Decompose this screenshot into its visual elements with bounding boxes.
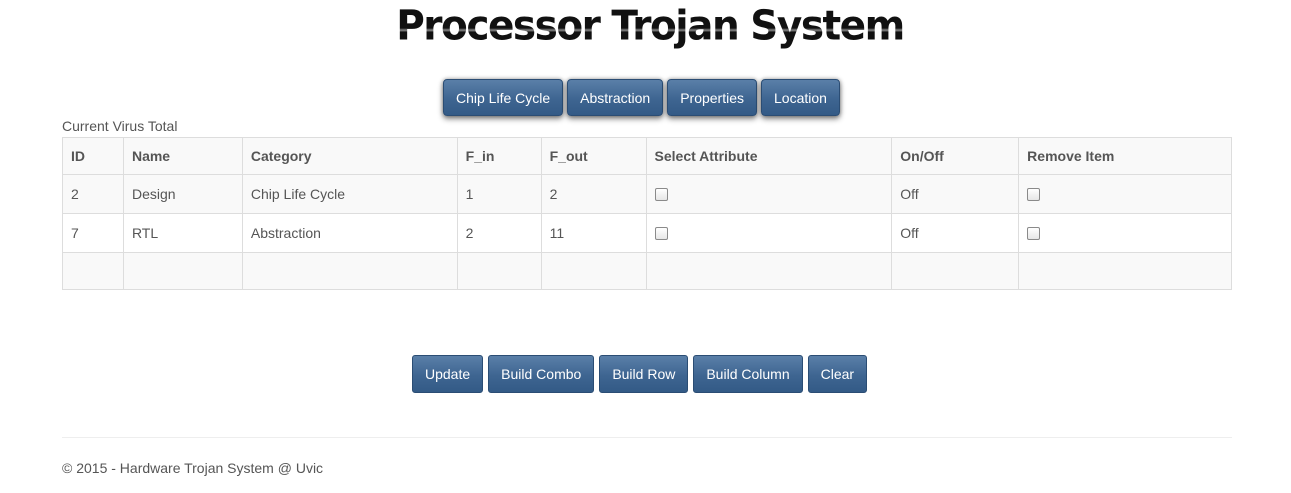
table-row-empty xyxy=(62,252,1232,290)
select-attribute-checkbox[interactable] xyxy=(654,187,668,201)
table-row: 7 RTL Abstraction 2 11 Off xyxy=(62,213,1232,253)
column-header-remove-item: Remove Item xyxy=(1018,137,1232,175)
table-row: 2 Design Chip Life Cycle 1 2 Off xyxy=(62,174,1232,214)
category-nav: Chip Life Cycle Abstraction Properties L… xyxy=(443,79,840,116)
action-buttons: Update Build Combo Build Row Build Colum… xyxy=(412,355,868,393)
cell-select-attribute xyxy=(645,213,893,253)
remove-item-checkbox[interactable] xyxy=(1027,187,1041,201)
cell-f-in: 1 xyxy=(456,174,542,214)
cell-name: RTL xyxy=(122,213,243,253)
properties-button[interactable]: Properties xyxy=(667,79,758,116)
table-header-row: ID Name Category F_in F_out Select Attri… xyxy=(62,137,1232,175)
page: Processor Trojan System Chip Life Cycle … xyxy=(0,0,1291,493)
column-header-select-attribute: Select Attribute xyxy=(645,137,893,175)
cell-id: 7 xyxy=(62,213,124,253)
cell-id: 2 xyxy=(62,174,124,214)
update-button[interactable]: Update xyxy=(412,355,484,393)
cell-category: Chip Life Cycle xyxy=(241,174,458,214)
column-header-name: Name xyxy=(122,137,243,175)
cell-on-off: Off xyxy=(891,213,1020,253)
column-header-f-in: F_in xyxy=(456,137,542,175)
chip-life-cycle-button[interactable]: Chip Life Cycle xyxy=(443,79,564,116)
select-attribute-checkbox[interactable] xyxy=(654,226,668,240)
location-button[interactable]: Location xyxy=(761,79,840,116)
remove-item-checkbox[interactable] xyxy=(1027,226,1041,240)
cell-category: Abstraction xyxy=(241,213,458,253)
cell-remove-item xyxy=(1018,213,1232,253)
build-column-button[interactable]: Build Column xyxy=(693,355,803,393)
cell-name: Design xyxy=(122,174,243,214)
column-header-id: ID xyxy=(62,137,124,175)
column-header-on-off: On/Off xyxy=(891,137,1020,175)
clear-button[interactable]: Clear xyxy=(807,355,868,393)
cell-on-off: Off xyxy=(891,174,1020,214)
footer-divider xyxy=(62,437,1232,438)
cell-f-out: 2 xyxy=(540,174,647,214)
cell-remove-item xyxy=(1018,174,1232,214)
cell-select-attribute xyxy=(645,174,893,214)
table-caption: Current Virus Total xyxy=(62,118,178,134)
build-combo-button[interactable]: Build Combo xyxy=(488,355,595,393)
cell-f-in: 2 xyxy=(456,213,542,253)
build-row-button[interactable]: Build Row xyxy=(599,355,689,393)
footer-text: © 2015 - Hardware Trojan System @ Uvic xyxy=(62,460,324,476)
column-header-category: Category xyxy=(241,137,458,175)
abstraction-button[interactable]: Abstraction xyxy=(567,79,664,116)
cell-f-out: 11 xyxy=(540,213,647,253)
page-title: Processor Trojan System xyxy=(0,1,1291,54)
column-header-f-out: F_out xyxy=(540,137,647,175)
virus-table: ID Name Category F_in F_out Select Attri… xyxy=(62,137,1232,290)
